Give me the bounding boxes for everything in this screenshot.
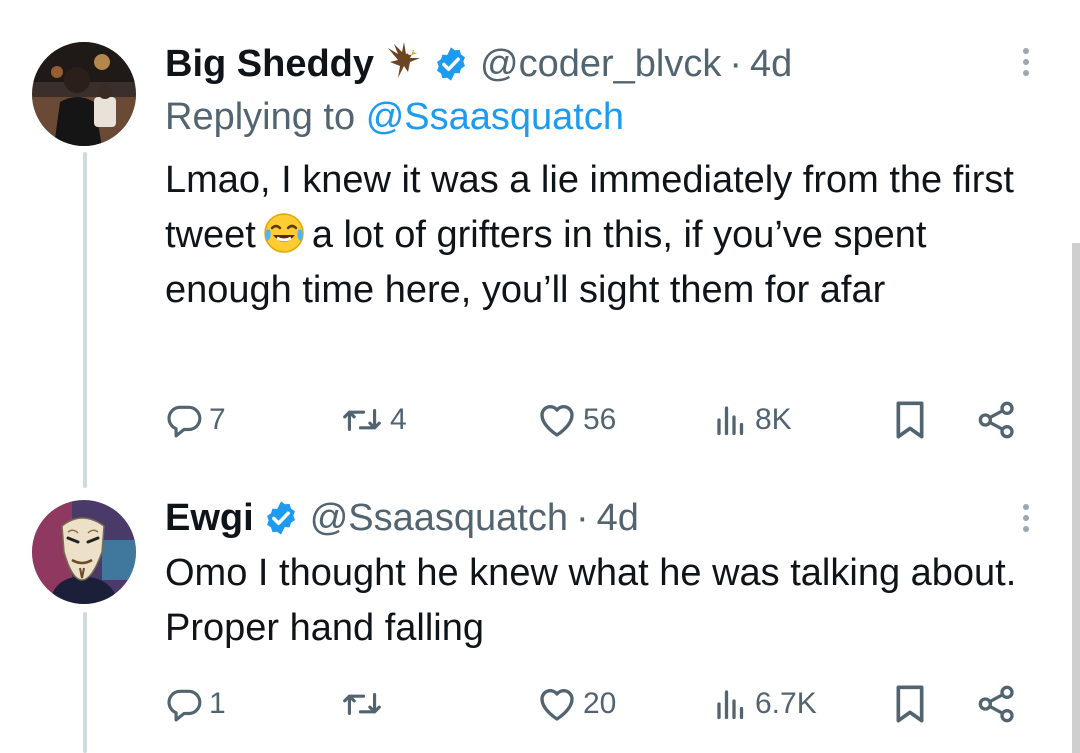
timestamp[interactable]: 4d <box>597 497 639 540</box>
timestamp[interactable]: 4d <box>750 43 792 86</box>
views-button[interactable]: 8K <box>713 396 792 444</box>
retweet-icon <box>343 409 381 431</box>
reply-count: 7 <box>209 403 226 436</box>
views-chart-icon <box>717 406 744 436</box>
author-handle[interactable]: @coder_blvck <box>480 43 721 86</box>
like-button[interactable]: 56 <box>537 396 616 444</box>
retweet-button[interactable] <box>340 680 390 728</box>
like-button[interactable]: 20 <box>537 680 616 728</box>
views-count: 8K <box>755 403 792 436</box>
bookmark-button[interactable] <box>893 396 927 444</box>
verified-badge-icon <box>262 499 300 537</box>
share-button[interactable] <box>977 680 1017 728</box>
reply-count: 1 <box>209 687 226 720</box>
laughing-tears-emoji-icon <box>262 211 306 255</box>
bookmark-icon <box>896 685 924 723</box>
action-bar: 7 4 56 8K <box>165 396 1045 444</box>
avatar[interactable] <box>32 42 136 146</box>
bookmark-button[interactable] <box>893 680 927 728</box>
author-handle[interactable]: @Ssaasquatch <box>310 497 568 540</box>
tweet-header: Big Sheddy @coder_blvck · 4d <box>165 42 792 86</box>
tweet[interactable]: Big Sheddy @coder_blvck · 4d Replying to… <box>0 0 1080 480</box>
tweet-text: Lmao, I knew it was a lie immediately fr… <box>165 153 1055 318</box>
replying-to: Replying to @Ssaasquatch <box>165 96 624 139</box>
reply-button[interactable]: 7 <box>165 396 226 444</box>
retweet-button[interactable]: 4 <box>340 396 407 444</box>
share-button[interactable] <box>977 396 1017 444</box>
eagle-icon <box>384 40 424 88</box>
tweet-header: Ewgi @Ssaasquatch · 4d <box>165 496 639 540</box>
more-options-icon[interactable] <box>1020 500 1032 540</box>
tweet[interactable]: Ewgi @Ssaasquatch · 4d Omo I thought he … <box>0 480 1080 753</box>
reply-icon <box>167 405 202 438</box>
separator-dot: · <box>729 42 743 85</box>
author-name[interactable]: Big Sheddy <box>165 43 374 86</box>
share-icon <box>978 401 1014 439</box>
tweet-text-content: Omo I thought he knew what he was talkin… <box>165 552 1017 649</box>
like-count: 56 <box>583 403 617 436</box>
bookmark-icon <box>896 401 924 439</box>
views-button[interactable]: 6.7K <box>713 680 817 728</box>
more-options-icon[interactable] <box>1020 44 1032 84</box>
share-icon <box>978 685 1014 723</box>
reply-button[interactable]: 1 <box>165 680 226 728</box>
separator-dot: · <box>575 496 589 539</box>
reply-icon <box>167 689 202 722</box>
replying-label: Replying to <box>165 96 356 138</box>
heart-icon <box>540 405 574 437</box>
avatar[interactable] <box>32 500 136 604</box>
retweet-icon <box>343 693 381 715</box>
tweet-text: Omo I thought he knew what he was talkin… <box>165 546 1055 656</box>
retweet-count: 4 <box>390 403 407 436</box>
action-bar: 1 20 6.7K <box>165 680 1045 728</box>
author-name[interactable]: Ewgi <box>165 497 254 540</box>
views-count: 6.7K <box>755 687 817 720</box>
verified-badge-icon <box>432 45 470 83</box>
heart-icon <box>540 689 574 721</box>
replying-mention[interactable]: @Ssaasquatch <box>366 96 624 138</box>
views-chart-icon <box>717 690 744 720</box>
like-count: 20 <box>583 687 617 720</box>
